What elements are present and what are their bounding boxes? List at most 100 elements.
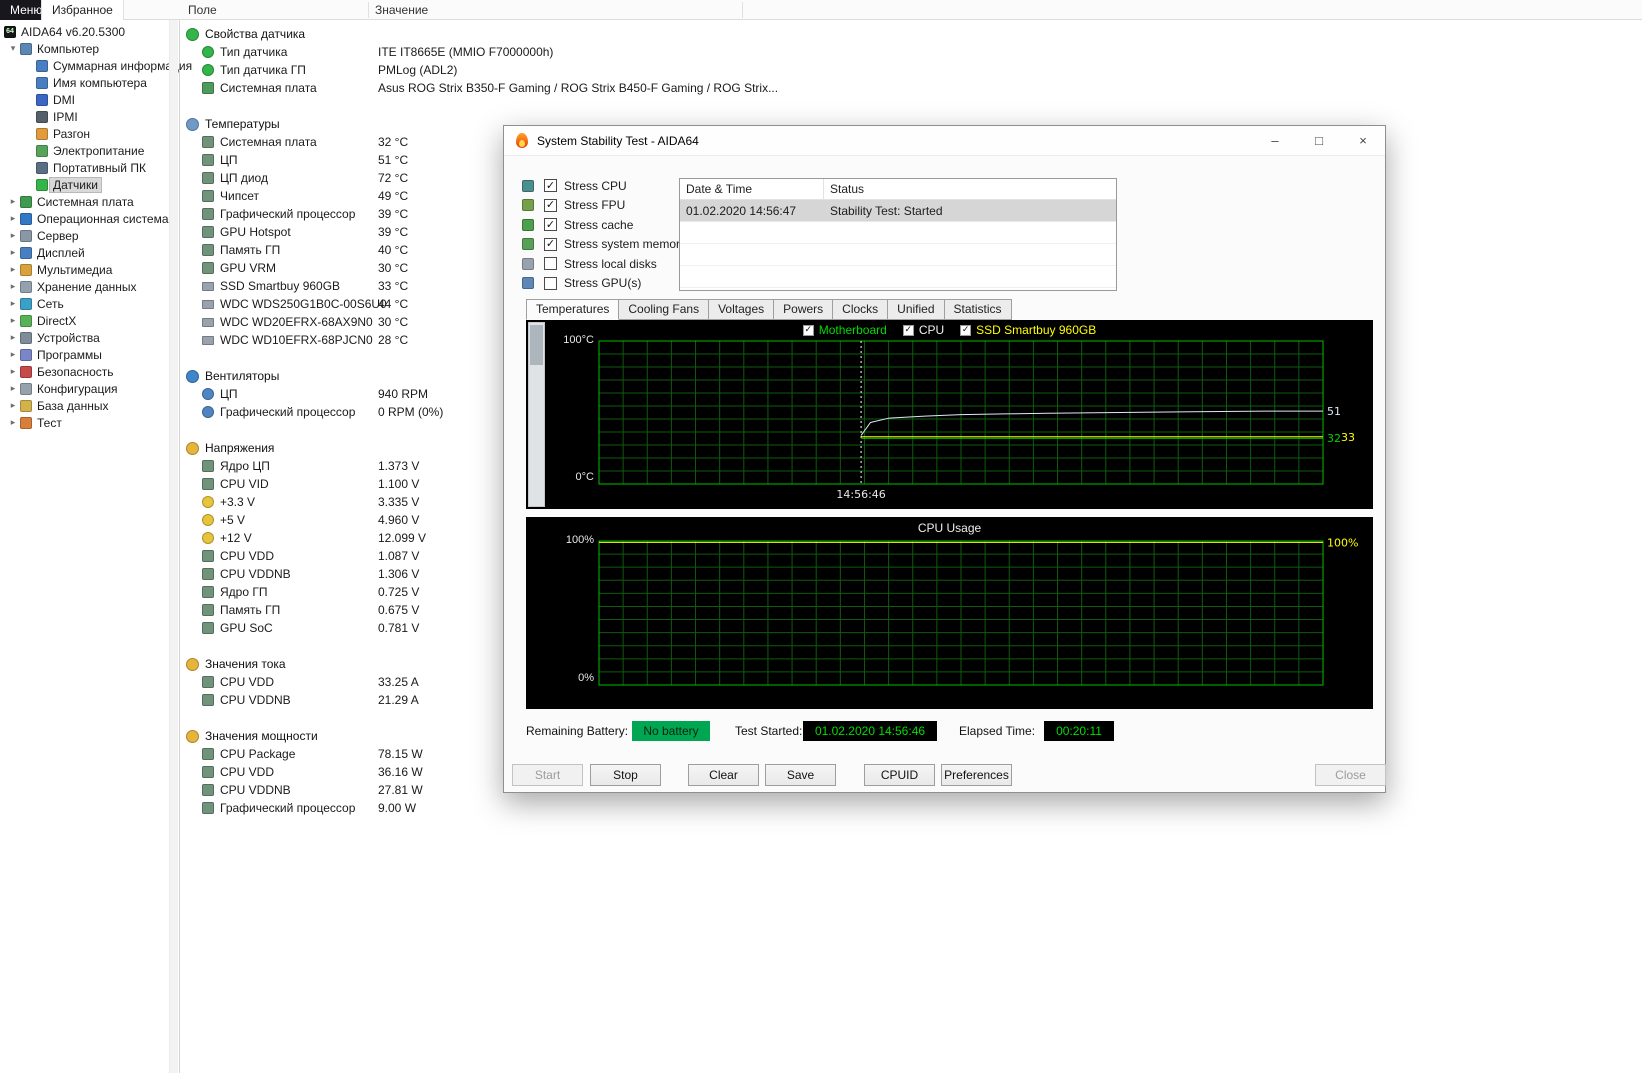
y-axis-min-label: 0% [578, 672, 594, 684]
tree-item[interactable]: Портативный ПК [0, 159, 179, 176]
tree-item[interactable]: Разгон [0, 125, 179, 142]
stress-option[interactable]: Stress GPU(s) [522, 274, 687, 294]
sensor-label: SSD Smartbuy 960GB [220, 279, 341, 293]
tab[interactable]: Powers [773, 299, 834, 320]
legend-checkbox[interactable] [802, 324, 814, 336]
legend-item[interactable]: CPU [902, 323, 944, 337]
tree-expand-arrow[interactable]: ▸ [6, 230, 20, 241]
sensor-row-icon [202, 784, 214, 796]
stress-option[interactable]: Stress system memory [522, 235, 687, 255]
stress-option[interactable]: Stress local disks [522, 254, 687, 274]
log-row[interactable]: 01.02.2020 14:56:47 Stability Test: Star… [680, 200, 1116, 222]
tree-item[interactable]: ▸ Безопасность [0, 363, 179, 380]
tree-item[interactable]: 64 AIDA64 v6.20.5300 [0, 23, 179, 40]
log-column-status[interactable]: Status [824, 182, 864, 196]
tree-item[interactable]: ▸ Операционная система [0, 210, 179, 227]
stress-checkbox[interactable] [544, 237, 557, 251]
tree-item[interactable]: ▸ DirectX [0, 312, 179, 329]
maximize-button[interactable]: □ [1297, 126, 1341, 156]
tree-item[interactable]: ▸ Мультимедиа [0, 261, 179, 278]
tree-item[interactable]: ▸ Хранение данных [0, 278, 179, 295]
log-column-datetime[interactable]: Date & Time [680, 178, 824, 200]
tree-expand-arrow[interactable]: ▾ [6, 43, 20, 54]
preferences-button[interactable]: Preferences [941, 764, 1012, 786]
tree-expand-arrow[interactable]: ▸ [6, 366, 20, 377]
tree-expand-arrow[interactable]: ▸ [6, 196, 20, 207]
tree-expand-arrow[interactable]: ▸ [6, 349, 20, 360]
tree-item[interactable]: ▸ База данных [0, 397, 179, 414]
log-empty-row [680, 266, 1116, 288]
tree-item[interactable]: IPMI [0, 108, 179, 125]
legend-checkbox[interactable] [960, 324, 972, 336]
tree-expand-arrow[interactable]: ▸ [6, 281, 20, 292]
cpuid-button[interactable]: CPUID [864, 764, 935, 786]
menu-item-favorites[interactable]: Избранное [41, 0, 124, 20]
legend-checkbox[interactable] [902, 324, 914, 336]
tab[interactable]: Statistics [943, 299, 1012, 320]
tab[interactable]: Clocks [832, 299, 889, 320]
tree-item[interactable]: ▾ Компьютер [0, 40, 179, 57]
tree-item[interactable]: ▸ Дисплей [0, 244, 179, 261]
start-button[interactable]: Start [512, 764, 583, 786]
tree-item[interactable]: Суммарная информация [0, 57, 192, 74]
tree-item[interactable]: Электропитание [0, 142, 179, 159]
chart-scrollbar-thumb[interactable] [530, 325, 543, 365]
stress-option[interactable]: Stress FPU [522, 196, 687, 216]
stress-checkbox[interactable] [544, 276, 557, 290]
tab[interactable]: Unified [887, 299, 945, 320]
tree-item[interactable]: ▸ Тест [0, 414, 179, 431]
minimize-button[interactable]: – [1253, 126, 1297, 156]
sensor-label: CPU VDDNB [220, 567, 291, 581]
tree-expand-arrow[interactable]: ▸ [6, 213, 20, 224]
tree-item[interactable]: Имя компьютера [0, 74, 179, 91]
sensor-label: CPU VDD [220, 765, 275, 779]
stress-option[interactable]: Stress CPU [522, 176, 687, 196]
tree-expand-arrow[interactable]: ▸ [6, 417, 20, 428]
legend-item[interactable]: Motherboard [802, 323, 887, 337]
tree-expand-arrow[interactable]: ▸ [6, 264, 20, 275]
tree-item[interactable]: ▸ Конфигурация [0, 380, 179, 397]
tree-item[interactable]: ▸ Системная плата [0, 193, 179, 210]
stress-option[interactable]: Stress cache [522, 215, 687, 235]
sensor-value: 27.81 W [378, 783, 423, 797]
dialog-titlebar[interactable]: System Stability Test - AIDA64 – □ × [504, 126, 1385, 156]
sensor-value: 4.960 V [378, 513, 420, 527]
tree-expand-arrow[interactable]: ▸ [6, 315, 20, 326]
tree-item[interactable]: Датчики [0, 176, 179, 193]
stop-button[interactable]: Stop [590, 764, 661, 786]
save-button[interactable]: Save [765, 764, 836, 786]
tree-item[interactable]: ▸ Программы [0, 346, 179, 363]
close-button-bottom[interactable]: Close [1315, 764, 1386, 786]
legend-item[interactable]: SSD Smartbuy 960GB [960, 323, 1096, 337]
tab[interactable]: Cooling Fans [618, 299, 710, 320]
stress-checkbox[interactable] [544, 179, 557, 193]
column-header-field[interactable]: Поле [188, 0, 217, 20]
tab[interactable]: Voltages [708, 299, 775, 320]
close-icon[interactable]: × [1341, 126, 1385, 156]
tree-expand-arrow[interactable]: ▸ [6, 298, 20, 309]
tree-item[interactable]: ▸ Сервер [0, 227, 179, 244]
tree-item[interactable]: ▸ Сеть [0, 295, 179, 312]
tree-scrollbar[interactable] [169, 20, 178, 1073]
stress-checkbox[interactable] [544, 218, 557, 232]
tree-expand-arrow[interactable]: ▸ [6, 247, 20, 258]
sensor-row[interactable]: Графический процессор 9.00 W [186, 799, 1642, 817]
column-header-value[interactable]: Значение [375, 0, 428, 20]
tree-expand-arrow[interactable]: ▸ [6, 400, 20, 411]
chart-scrollbar[interactable] [528, 322, 545, 507]
tree-item[interactable]: DMI [0, 91, 179, 108]
temperatures-icon [186, 117, 199, 131]
sensor-row[interactable]: Тип датчика ГП PMLog (ADL2) [186, 61, 1642, 79]
sensor-label: CPU VDD [220, 549, 275, 563]
sensor-row[interactable]: Тип датчика ITE IT8665E (MMIO F7000000h) [186, 43, 1642, 61]
tree-expand-arrow[interactable]: ▸ [6, 332, 20, 343]
tree-expand-arrow[interactable]: ▸ [6, 383, 20, 394]
sensor-label: CPU VDD [220, 675, 275, 689]
clear-button[interactable]: Clear [688, 764, 759, 786]
sensor-row[interactable]: Системная плата Asus ROG Strix B350-F Ga… [186, 79, 1642, 97]
log-status: Stability Test: Started [830, 203, 943, 218]
stress-checkbox[interactable] [544, 257, 557, 271]
tab[interactable]: Temperatures [526, 299, 620, 320]
tree-item[interactable]: ▸ Устройства [0, 329, 179, 346]
stress-checkbox[interactable] [544, 198, 557, 212]
